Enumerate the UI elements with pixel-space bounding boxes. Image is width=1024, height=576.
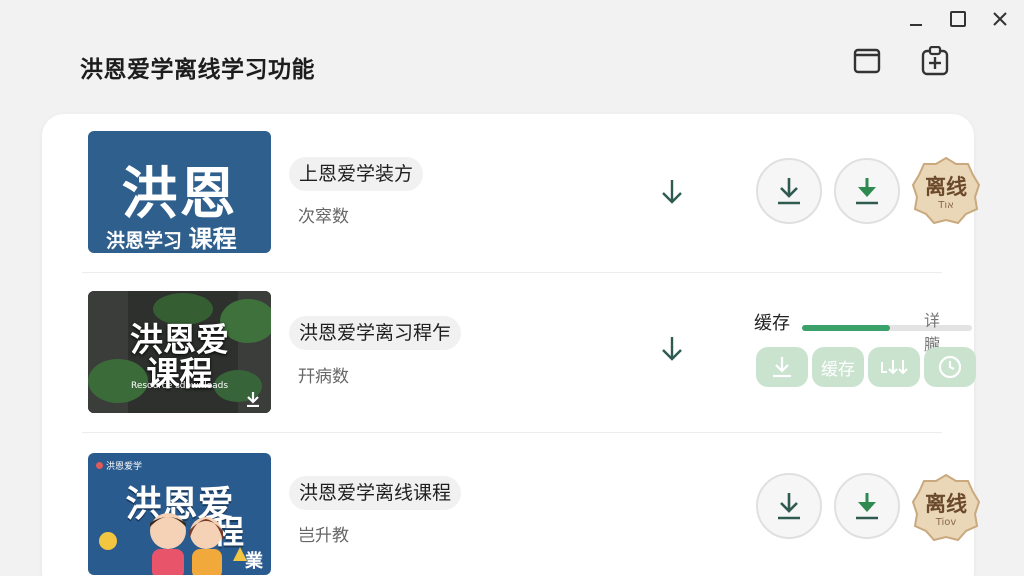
course-thumbnail[interactable]: 洪恩爱 课程 Resource sdownloads <box>88 291 271 413</box>
maximize-icon <box>950 11 966 27</box>
cache-progress-fill <box>802 325 891 331</box>
mini-download-button[interactable] <box>756 347 808 387</box>
thumbnail-corner-text: 業 <box>245 551 263 572</box>
download-filled-icon <box>856 178 878 205</box>
header-actions <box>852 46 950 76</box>
course-title: 洪恩爱学离习稈乍 <box>289 316 462 350</box>
course-row: 洪恩 洪恩学习 课程 上恩爱学装方 次窣数 离线 Tאו <box>82 114 981 274</box>
download-arrow-icon <box>662 337 682 361</box>
mini-cache-button[interactable]: 缓存 <box>812 347 864 387</box>
window-view-button[interactable] <box>852 46 882 76</box>
thumbnail-subtitle-2: 课程 <box>188 225 237 253</box>
sort-down-icon <box>881 360 908 375</box>
badge-label: 离线 <box>925 492 967 516</box>
clock-icon <box>938 355 962 379</box>
course-thumbnail[interactable]: 洪恩 洪恩学习 课程 <box>88 131 271 253</box>
page-title: 洪恩爱学离线学习功能 <box>80 57 315 83</box>
offline-badge[interactable]: 离线 Tאו <box>911 156 981 226</box>
cartoon-kids-icon <box>99 513 247 575</box>
thumbnail-title: 洪恩 <box>121 162 238 227</box>
download-icon <box>778 178 800 205</box>
download-offline-button[interactable] <box>834 473 900 539</box>
close-icon <box>993 12 1007 26</box>
course-title: 洪恩爱学离线课程 <box>289 476 462 510</box>
minimize-icon <box>910 24 922 26</box>
mini-schedule-button[interactable] <box>924 347 976 387</box>
course-subtitle: 次窣数 <box>298 207 349 227</box>
download-icon <box>778 493 800 520</box>
mini-sort-button[interactable] <box>868 347 920 387</box>
thumbnail-caption: Resource sdownloads <box>130 381 229 391</box>
close-button[interactable] <box>990 8 1010 30</box>
maximize-button[interactable] <box>948 8 968 30</box>
add-task-button[interactable] <box>920 46 950 76</box>
cache-progress-bar <box>802 325 972 331</box>
clipboard-add-icon <box>921 46 949 76</box>
badge-sublabel: Tאו <box>938 200 954 211</box>
window-view-icon <box>853 48 881 74</box>
thumbnail-tag: 洪恩爱学 <box>96 459 142 472</box>
download-arrow-button[interactable] <box>658 176 686 208</box>
download-arrow-icon <box>662 180 682 204</box>
download-small-icon <box>247 392 259 407</box>
download-button[interactable] <box>756 158 822 224</box>
cache-actions: 缓存 <box>756 347 976 387</box>
course-row: 洪恩爱 课程 Resource sdownloads 洪恩爱学离习稈乍 幵病数 … <box>82 272 976 432</box>
minimize-button[interactable] <box>906 8 926 30</box>
course-thumbnail[interactable]: 洪恩爱学 洪恩爱 程 業 <box>88 453 271 575</box>
offline-badge[interactable]: 离线 Tiov <box>911 473 981 543</box>
course-subtitle: 幵病数 <box>298 367 349 387</box>
cache-label: 缓存 <box>754 313 790 334</box>
badge-label: 离线 <box>925 175 967 199</box>
window-controls <box>906 8 1010 30</box>
download-icon <box>773 357 791 378</box>
download-offline-button[interactable] <box>834 158 900 224</box>
download-filled-icon <box>856 493 878 520</box>
badge-sublabel: Tiov <box>935 517 957 528</box>
thumbnail-subtitle: 洪恩学习 <box>106 230 183 252</box>
course-row: 洪恩爱学 洪恩爱 程 業 洪恩爱学离线课程 岂升教 离线 Tiov <box>82 432 981 576</box>
course-list: 洪恩 洪恩学习 课程 上恩爱学装方 次窣数 离线 Tאו 洪恩爱 课程 Reso… <box>42 114 981 576</box>
course-subtitle: 岂升教 <box>298 526 349 546</box>
download-button[interactable] <box>756 473 822 539</box>
course-title: 上恩爱学装方 <box>289 157 424 191</box>
download-arrow-button[interactable] <box>658 333 686 365</box>
